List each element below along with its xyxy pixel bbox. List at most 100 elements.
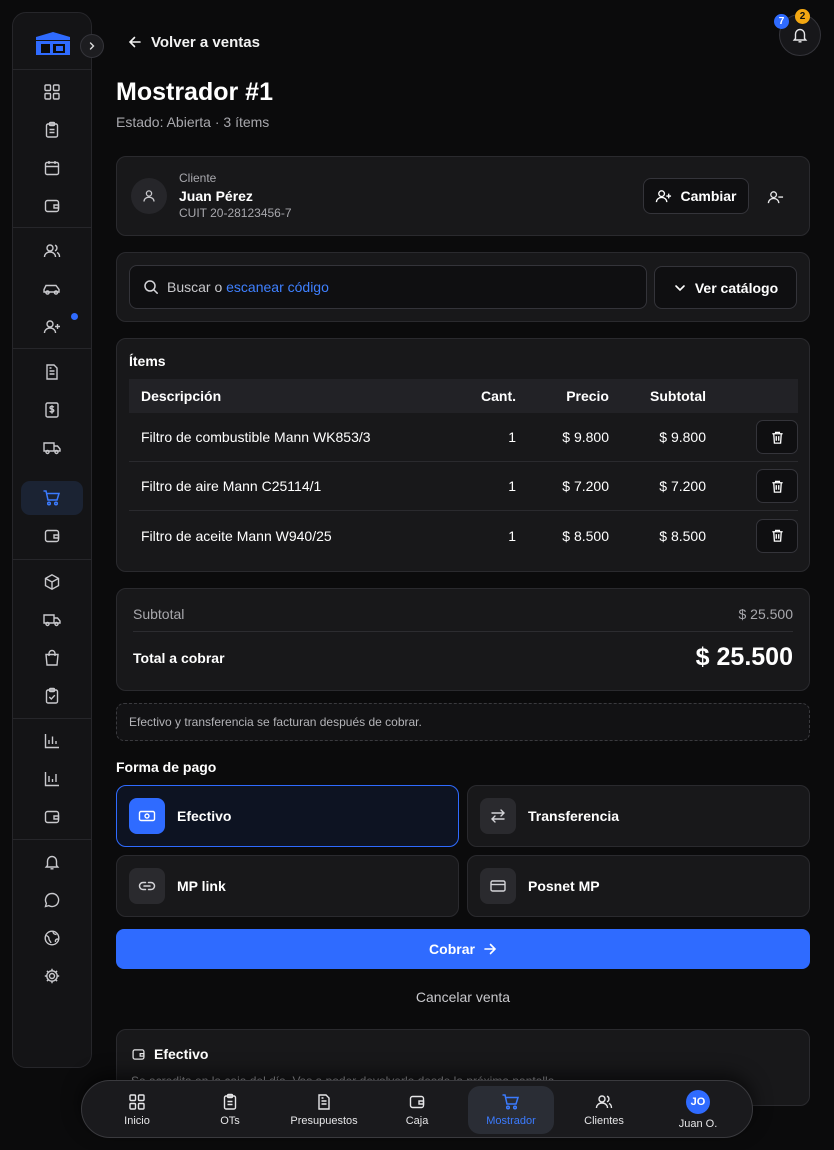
payment-option-label: Posnet MP bbox=[528, 878, 600, 894]
bottom-nav-label: Caja bbox=[405, 1115, 429, 1127]
sidebar-item-accounts[interactable] bbox=[21, 800, 83, 834]
bottom-nav-quotes[interactable]: Presupuestos bbox=[282, 1086, 366, 1134]
payment-option-mp-link[interactable]: MP link bbox=[116, 855, 459, 917]
delete-item-button[interactable] bbox=[756, 518, 798, 553]
bottom-nav-label: OTs bbox=[220, 1115, 240, 1127]
sidebar-divider bbox=[13, 559, 92, 560]
view-catalog-button[interactable]: Ver catálogo bbox=[654, 266, 797, 309]
trash-icon bbox=[771, 480, 783, 493]
bottom-nav-counter[interactable]: Mostrador bbox=[468, 1086, 554, 1134]
sidebar-item-dashboard[interactable] bbox=[21, 75, 83, 109]
bottom-nav-work-orders[interactable]: OTs bbox=[200, 1086, 260, 1134]
sidebar-item-settings[interactable] bbox=[21, 959, 83, 993]
sidebar-item-leads[interactable] bbox=[21, 310, 83, 344]
payment-option-cash[interactable]: Efectivo bbox=[116, 785, 459, 847]
payment-option-posnet[interactable]: Posnet MP bbox=[467, 855, 810, 917]
sidebar-divider bbox=[13, 227, 92, 228]
payment-option-transfer[interactable]: Transferencia bbox=[467, 785, 810, 847]
change-client-label: Cambiar bbox=[680, 188, 737, 204]
items-table: Descripción Cant. Precio Subtotal Filtro… bbox=[129, 379, 798, 560]
sidebar-item-messages[interactable] bbox=[21, 883, 83, 917]
column-header: Cant. bbox=[481, 388, 516, 404]
sidebar-item-inventory-check[interactable] bbox=[21, 679, 83, 713]
charge-button[interactable]: Cobrar bbox=[116, 929, 810, 969]
app-logo[interactable] bbox=[32, 29, 74, 57]
item-quantity: 1 bbox=[508, 527, 516, 544]
total-label: Total a cobrar bbox=[133, 649, 225, 666]
items-title: Ítems bbox=[129, 353, 166, 369]
sidebar bbox=[12, 12, 104, 1068]
item-quantity: 1 bbox=[508, 478, 516, 494]
sidebar-item-cash[interactable] bbox=[21, 519, 83, 553]
sidebar-item-statistics[interactable] bbox=[21, 762, 83, 796]
total-value: $ 25.500 bbox=[695, 643, 793, 671]
trash-icon bbox=[771, 529, 783, 542]
bar-chart-icon bbox=[44, 734, 59, 749]
page-subtitle: Estado: Abierta · 3 ítems bbox=[116, 114, 270, 130]
sidebar-divider bbox=[13, 839, 92, 840]
alert-count-badge: 2 bbox=[795, 9, 810, 24]
user-icon bbox=[143, 190, 155, 202]
sidebar-item-suppliers[interactable] bbox=[21, 603, 83, 637]
table-row: Filtro de aceite Mann W940/25 1 $ 8.500 … bbox=[129, 511, 798, 560]
scan-code-link[interactable]: escanear código bbox=[226, 279, 329, 295]
sidebar-item-purchases[interactable] bbox=[21, 641, 83, 675]
sidebar-item-quotes[interactable] bbox=[21, 355, 83, 389]
notification-count-badge: 7 bbox=[774, 14, 789, 29]
box-icon bbox=[44, 573, 60, 591]
bottom-nav-cash[interactable]: Caja bbox=[387, 1086, 447, 1134]
client-name: Juan Pérez bbox=[179, 188, 253, 204]
document-icon bbox=[318, 1094, 330, 1110]
item-description: Filtro de aire Mann C25114/1 bbox=[141, 478, 322, 494]
bottom-nav-label: Inicio bbox=[124, 1115, 150, 1127]
remove-client-button[interactable] bbox=[758, 180, 792, 214]
sidebar-item-web[interactable] bbox=[21, 921, 83, 955]
charge-label: Cobrar bbox=[429, 941, 475, 957]
item-description: Filtro de aceite Mann W940/25 bbox=[141, 527, 332, 544]
sidebar-item-reports[interactable] bbox=[21, 724, 83, 758]
payment-method-label: Forma de pago bbox=[116, 759, 217, 775]
item-subtotal: $ 7.200 bbox=[659, 478, 706, 494]
totals-card: Subtotal $ 25.500 Total a cobrar $ 25.50… bbox=[116, 588, 810, 691]
item-subtotal: $ 9.800 bbox=[659, 429, 706, 445]
arrow-right-icon bbox=[484, 943, 497, 955]
cancel-sale-button[interactable]: Cancelar venta bbox=[116, 989, 810, 1005]
items-card: Ítems Descripción Cant. Precio Subtotal … bbox=[116, 338, 810, 572]
sidebar-item-vehicles[interactable] bbox=[21, 272, 83, 306]
delete-item-button[interactable] bbox=[756, 420, 798, 454]
total-row: Total a cobrar $ 25.500 bbox=[133, 643, 793, 672]
user-minus-icon bbox=[767, 190, 783, 203]
billing-notice: Efectivo y transferencia se facturan des… bbox=[116, 703, 810, 741]
bottom-nav-profile[interactable]: JO Juan O. bbox=[666, 1086, 730, 1134]
sidebar-item-deliveries[interactable] bbox=[21, 431, 83, 465]
bottom-nav-clients[interactable]: Clientes bbox=[574, 1086, 634, 1134]
sidebar-item-products[interactable] bbox=[21, 565, 83, 599]
notifications-button[interactable]: 7 2 bbox=[774, 9, 821, 56]
sidebar-item-wallet[interactable] bbox=[21, 189, 83, 223]
sidebar-item-counter-sales[interactable] bbox=[21, 481, 83, 515]
arrow-left-icon bbox=[128, 36, 141, 48]
dollar-doc-icon bbox=[45, 402, 59, 418]
users-icon bbox=[43, 244, 61, 258]
clipboard-check-icon bbox=[45, 687, 59, 704]
product-search-input[interactable]: Buscar o escanear código bbox=[129, 265, 647, 309]
item-price: $ 7.200 bbox=[562, 478, 609, 494]
delete-item-button[interactable] bbox=[756, 469, 798, 503]
sidebar-item-work-orders[interactable] bbox=[21, 113, 83, 147]
cash-icon bbox=[138, 810, 156, 822]
sidebar-item-invoices[interactable] bbox=[21, 393, 83, 427]
search-placeholder: Buscar o escanear código bbox=[167, 279, 329, 295]
sidebar-item-calendar[interactable] bbox=[21, 151, 83, 185]
cart-icon bbox=[502, 1094, 520, 1110]
sidebar-item-clients[interactable] bbox=[21, 234, 83, 268]
card-icon bbox=[490, 880, 506, 892]
bottom-nav-home[interactable]: Inicio bbox=[106, 1086, 168, 1134]
grid-icon bbox=[129, 1094, 145, 1110]
sidebar-item-notifications[interactable] bbox=[21, 845, 83, 879]
change-client-button[interactable]: Cambiar bbox=[643, 178, 749, 214]
back-link[interactable]: Volver a ventas bbox=[128, 31, 260, 53]
bottom-nav-label: Clientes bbox=[584, 1115, 624, 1127]
sidebar-expand-button[interactable] bbox=[80, 34, 104, 58]
sidebar-divider bbox=[13, 348, 92, 349]
column-header: Descripción bbox=[141, 388, 222, 404]
